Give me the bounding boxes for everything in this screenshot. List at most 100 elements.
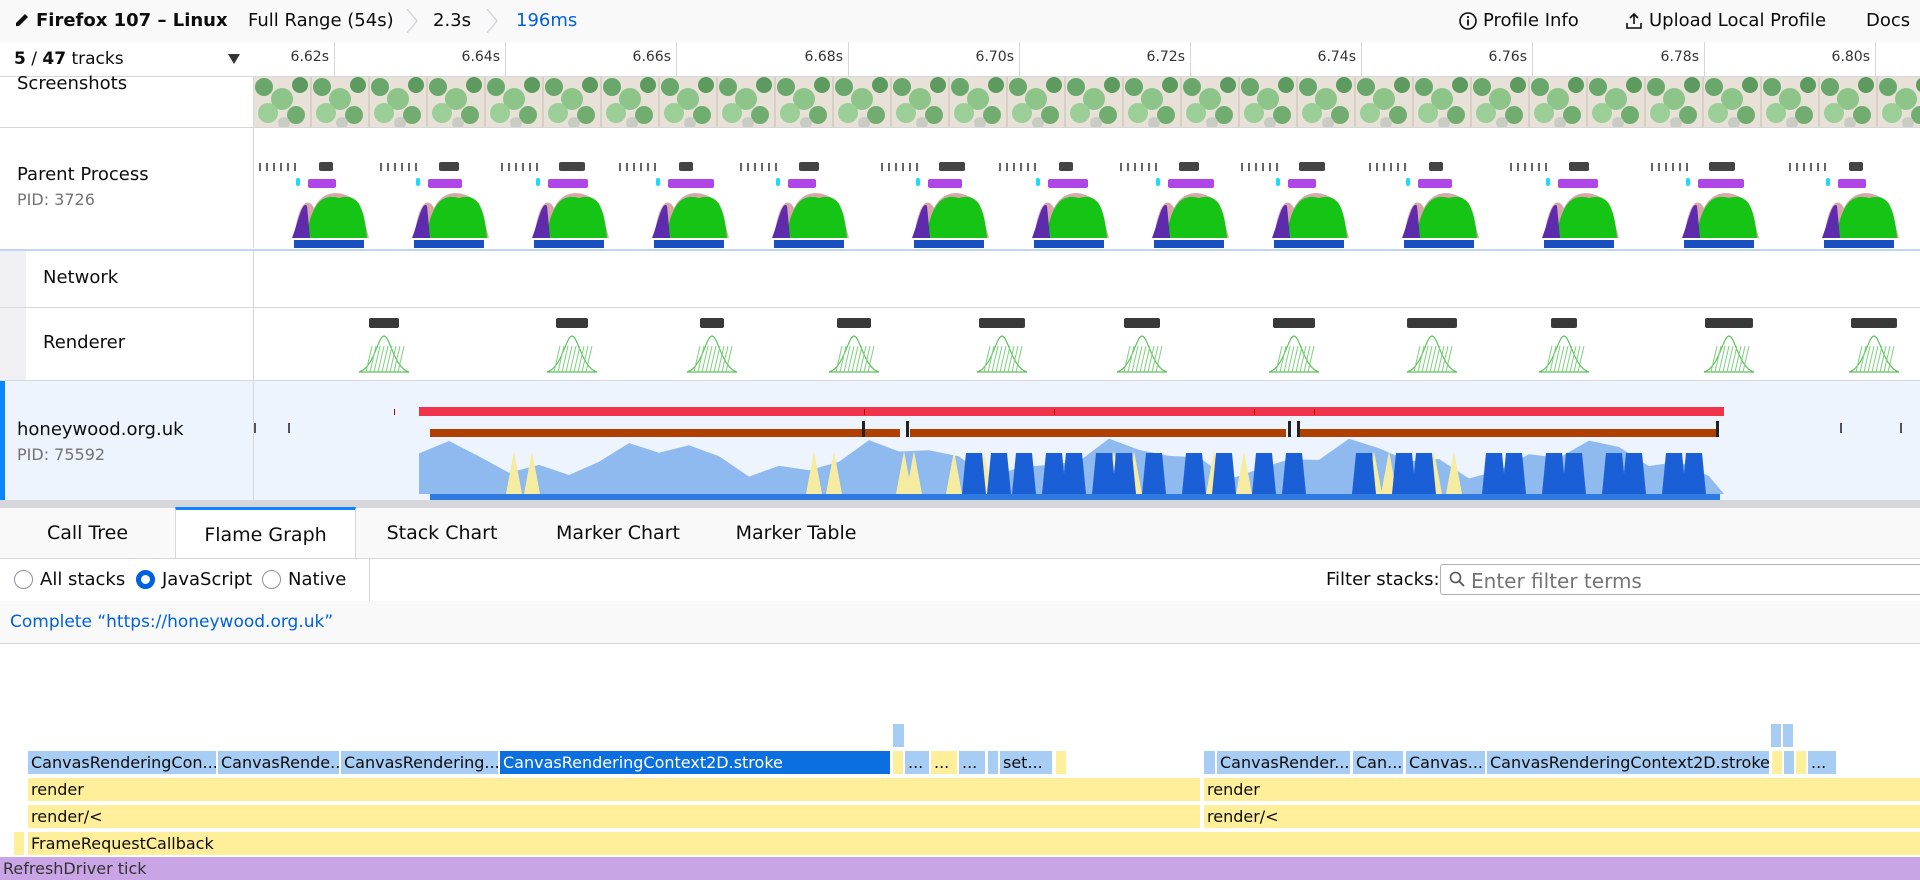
marker-tick — [1262, 163, 1264, 171]
tab-marker-table[interactable]: Marker Table — [718, 508, 874, 558]
profile-name-button[interactable]: Firefox 107 – Linux — [14, 0, 228, 42]
marker-paint — [1698, 179, 1744, 188]
renderer-marker — [556, 318, 588, 328]
marker-tick — [280, 163, 282, 171]
screenshots-strip[interactable] — [254, 77, 1920, 127]
flame-node-canvas-call[interactable]: CanvasRendering... — [341, 751, 498, 774]
flame-node[interactable] — [1784, 751, 1794, 774]
flame-node-canvas-call[interactable]: ... — [1808, 751, 1836, 774]
marker-tick — [287, 163, 289, 171]
marker-bar — [559, 162, 585, 171]
renderer-cpu — [976, 335, 1028, 373]
flame-node[interactable] — [1056, 751, 1066, 774]
cpu-area — [546, 196, 607, 238]
selected-spike — [1662, 453, 1686, 494]
marker-bar — [1179, 162, 1199, 171]
renderer-marker — [700, 318, 724, 328]
flame-node-refresh-driver[interactable]: RefreshDriver tick — [0, 857, 1920, 880]
marker-tick — [294, 163, 296, 171]
flame-node-render[interactable]: render — [28, 778, 1200, 801]
filter-stacks-label: Filter stacks: — [1326, 569, 1440, 590]
upload-local-profile-button[interactable]: Upload Local Profile — [1625, 0, 1826, 42]
flame-node-canvas-call[interactable]: CanvasRenderingCon... — [28, 751, 216, 774]
flame-node[interactable]: ... — [931, 751, 957, 774]
flame-node-stroke-selected[interactable]: CanvasRenderingContext2D.stroke — [500, 751, 890, 774]
flame-node-render-lt[interactable]: render/< — [28, 805, 1200, 828]
flame-node-canvas-call[interactable]: CanvasRender... — [1217, 751, 1350, 774]
radio-javascript[interactable] — [136, 570, 155, 589]
flame-node[interactable] — [1772, 751, 1782, 774]
profile-info-button[interactable]: Profile Info — [1459, 0, 1579, 42]
radio-native[interactable] — [262, 570, 281, 589]
flame-node-render[interactable]: render — [1204, 778, 1920, 801]
renderer-activity-graph[interactable] — [254, 308, 1920, 380]
flame-node-frame-request-callback[interactable]: FrameRequestCallback — [28, 832, 1920, 855]
breadcrumb-range-current[interactable]: 196ms — [516, 0, 577, 42]
tab-marker-chart[interactable]: Marker Chart — [538, 508, 698, 558]
flame-node-canvas-call[interactable]: Canvas... — [1406, 751, 1485, 774]
breadcrumb-full-range[interactable]: Full Range (54s) — [248, 0, 394, 42]
flame-node-canvas-call[interactable]: Can... — [1353, 751, 1403, 774]
flame-node[interactable] — [1783, 724, 1793, 747]
javascript-label[interactable]: JavaScript — [162, 559, 252, 601]
flame-node[interactable] — [988, 751, 998, 774]
renderer-marker — [1705, 318, 1753, 328]
parent-process-track-label[interactable]: Parent Process PID: 3726 — [0, 128, 254, 248]
marker-tick — [529, 163, 531, 171]
content-process-activity-graph[interactable] — [254, 381, 1920, 500]
all-stacks-label[interactable]: All stacks — [40, 559, 125, 601]
marker-paint — [1838, 179, 1866, 188]
marker-tick — [394, 163, 396, 171]
flame-node-set[interactable]: set... — [1000, 751, 1052, 774]
marker-tick — [1651, 163, 1653, 171]
flame-node[interactable] — [893, 724, 904, 747]
marker-paint — [668, 179, 714, 188]
marker-tick — [1404, 163, 1406, 171]
details-tab-bar: Call Tree Flame Graph Stack Chart Marker… — [0, 507, 1920, 559]
network-track-label[interactable]: Network — [0, 251, 254, 307]
parent-process-activity-graph[interactable] — [254, 128, 1920, 250]
flame-node-canvas-call[interactable]: CanvasRende... — [218, 751, 339, 774]
selected-spike — [962, 453, 986, 494]
marker-tick — [522, 163, 524, 171]
selected-spike — [1112, 453, 1136, 494]
renderer-marker — [837, 318, 871, 328]
chevron-right-icon — [406, 9, 418, 33]
marker-bar — [799, 162, 819, 171]
flame-node[interactable] — [14, 832, 24, 855]
breadcrumb-root[interactable]: Complete “https://honeywood.org.uk” — [10, 601, 333, 643]
divider — [369, 559, 370, 601]
flame-node-canvas-call[interactable]: ... — [959, 751, 985, 774]
flame-node[interactable] — [893, 751, 903, 774]
flame-node-canvas-call[interactable]: ... — [905, 751, 929, 774]
flame-node[interactable] — [1771, 724, 1781, 747]
filter-input-box[interactable] — [1440, 564, 1920, 596]
marker-tick — [1789, 163, 1791, 171]
selected-spike — [1412, 453, 1436, 494]
marker-tick — [1288, 421, 1291, 437]
flame-node-render-lt[interactable]: render/< — [1204, 805, 1920, 828]
search-icon — [1449, 571, 1465, 587]
radio-all-stacks[interactable] — [14, 570, 33, 589]
filter-stacks-input[interactable] — [1469, 565, 1913, 596]
docs-button[interactable]: Docs — [1866, 0, 1910, 42]
flame-node[interactable] — [1796, 751, 1806, 774]
breadcrumb-range-2[interactable]: 2.3s — [433, 0, 471, 42]
flame-node-stroke[interactable]: CanvasRenderingContext2D.stroke — [1487, 751, 1769, 774]
screenshots-track-label[interactable]: Screenshots — [0, 73, 254, 127]
renderer-cpu — [1116, 335, 1168, 373]
tab-stack-chart[interactable]: Stack Chart — [368, 508, 516, 558]
timeline-ruler[interactable]: 6.62s 6.64s 6.66s 6.68s 6.70s 6.72s 6.74… — [254, 42, 1920, 77]
flame-node[interactable] — [1204, 751, 1215, 774]
tab-flame-graph[interactable]: Flame Graph — [175, 507, 356, 558]
track-count-menu[interactable]: 5 / 47 tracks — [0, 42, 255, 77]
profile-info-label: Profile Info — [1483, 10, 1579, 31]
native-label[interactable]: Native — [288, 559, 346, 601]
tab-call-tree[interactable]: Call Tree — [0, 508, 175, 558]
flame-graph[interactable]: RefreshDriver tick FrameRequestCallback … — [0, 644, 1920, 880]
sample-bar — [534, 240, 604, 248]
marker-tick — [259, 163, 261, 171]
marker-tick — [501, 163, 503, 171]
renderer-track-label[interactable]: Renderer — [0, 308, 254, 380]
content-process-track-label[interactable]: honeywood.org.uk PID: 75592 — [5, 381, 254, 500]
